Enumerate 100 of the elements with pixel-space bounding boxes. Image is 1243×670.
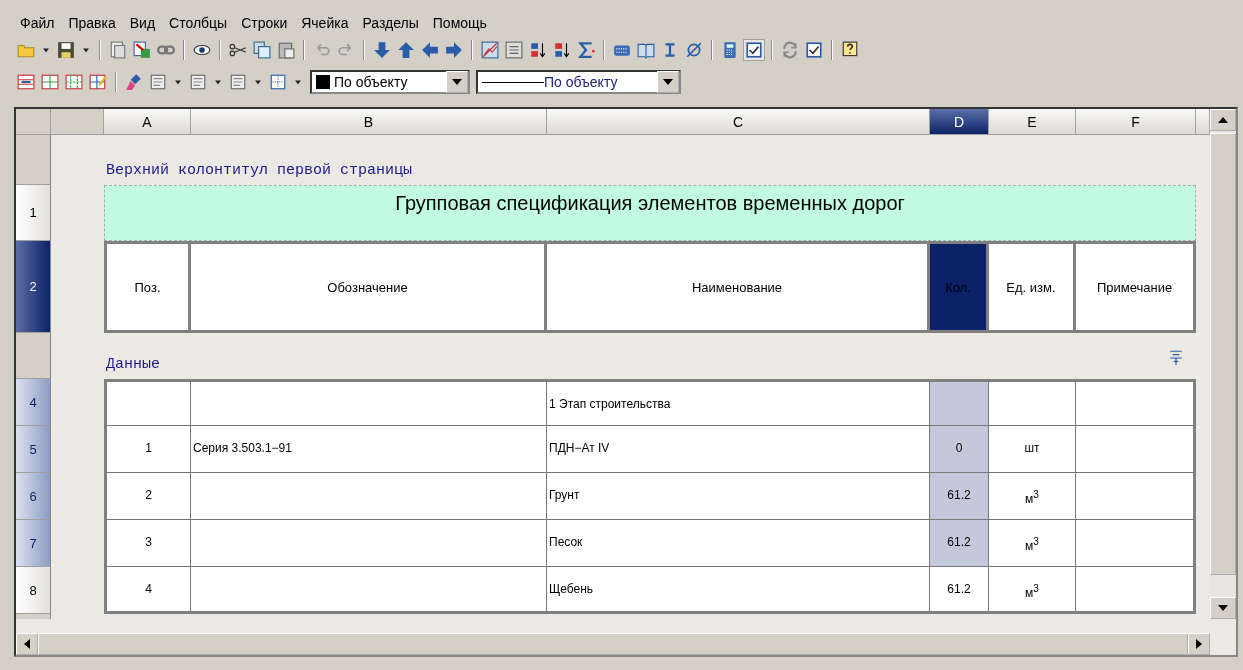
section-label: Данные — [106, 356, 160, 373]
caret-icon — [452, 79, 462, 85]
copy-icon[interactable] — [252, 40, 272, 60]
designation-cell[interactable] — [191, 520, 547, 567]
scroll-down-button[interactable] — [1210, 597, 1236, 619]
column-heading: Ед. изм. — [989, 241, 1076, 333]
quantity-cell[interactable]: 0 — [930, 426, 989, 473]
note-cell[interactable] — [1076, 379, 1196, 426]
arrow-right-icon — [1196, 639, 1202, 649]
note-cell[interactable] — [1076, 520, 1196, 567]
table-title: Групповая спецификация элементов временных дорог — [104, 185, 1196, 241]
grid-icon[interactable] — [268, 72, 288, 92]
menu-item[interactable]: Разделы — [362, 15, 419, 31]
sum-icon[interactable] — [576, 40, 596, 60]
column-header[interactable]: D — [930, 109, 989, 135]
column-heading: Примечание — [1076, 241, 1196, 333]
column-header[interactable]: A — [104, 109, 191, 135]
diameter-icon[interactable] — [684, 40, 704, 60]
insert-row-icon[interactable] — [16, 72, 36, 92]
column-heading: Кол. — [930, 241, 989, 333]
position-cell[interactable] — [104, 379, 191, 426]
filter-icon[interactable] — [1167, 349, 1185, 367]
section-label: Верхний колонтитул первой страницы — [106, 162, 413, 179]
column-header[interactable]: F — [1076, 109, 1196, 135]
position-cell[interactable]: 1 — [104, 426, 191, 473]
column-header[interactable]: E — [989, 109, 1076, 135]
spreadsheet-icon[interactable] — [132, 40, 152, 60]
caret-icon — [663, 79, 673, 85]
save-icon[interactable] — [56, 40, 76, 60]
row-header[interactable]: 2 — [16, 241, 51, 333]
document-copy-icon[interactable] — [108, 40, 128, 60]
paste-icon[interactable] — [276, 40, 296, 60]
arrow-left-icon — [24, 639, 30, 649]
quantity-cell[interactable]: 61.2 — [930, 473, 989, 520]
unit-cell[interactable] — [989, 379, 1076, 426]
menu-item[interactable]: Ячейка — [301, 15, 349, 31]
name-cell[interactable]: Грунт — [547, 473, 930, 520]
row-header[interactable]: 1 — [16, 185, 51, 241]
menu-item[interactable]: Столбцы — [169, 15, 228, 31]
arrow-left-icon[interactable] — [420, 40, 440, 60]
sort-descending-icon[interactable] — [552, 40, 572, 60]
position-cell[interactable]: 2 — [104, 473, 191, 520]
row-header[interactable]: 4 — [16, 379, 51, 426]
scroll-up-button[interactable] — [1210, 109, 1236, 131]
scroll-right-button[interactable] — [1188, 633, 1210, 655]
row-header[interactable]: 7 — [16, 520, 51, 567]
column-header[interactable]: C — [547, 109, 930, 135]
row-header[interactable]: 6 — [16, 473, 51, 520]
column-header — [51, 109, 104, 135]
arrow-up-icon[interactable] — [396, 40, 416, 60]
quantity-cell[interactable]: 61.2 — [930, 567, 989, 614]
unit-cell[interactable]: м$^{3}$ — [989, 473, 1076, 520]
menu-item[interactable]: Помощь — [432, 15, 487, 31]
name-cell[interactable]: 1 Этап строительства — [547, 379, 930, 426]
column-header[interactable]: B — [191, 109, 547, 135]
checkbox-icon[interactable] — [744, 40, 764, 60]
designation-cell[interactable]: Серия 3.503.1−91 — [191, 426, 547, 473]
note-cell[interactable] — [1076, 473, 1196, 520]
arrow-down-icon — [1218, 605, 1228, 611]
checkbox-icon[interactable] — [804, 40, 824, 60]
quantity-cell[interactable] — [930, 379, 989, 426]
brush-icon[interactable] — [124, 72, 144, 92]
designation-cell[interactable] — [191, 567, 547, 614]
unit-cell[interactable]: м$^{3}$ — [989, 567, 1076, 614]
arrow-right-icon[interactable] — [444, 40, 464, 60]
column-header — [1196, 109, 1210, 135]
position-cell[interactable]: 3 — [104, 520, 191, 567]
column-heading: Поз. — [104, 241, 191, 333]
quantity-cell[interactable]: 61.2 — [930, 520, 989, 567]
menu-item[interactable]: Строки — [241, 15, 288, 31]
menu-item[interactable]: Правка — [68, 15, 116, 31]
name-cell[interactable]: Щебень — [547, 567, 930, 614]
scroll-left-button[interactable] — [16, 633, 38, 655]
menu-item[interactable]: Файл — [20, 15, 55, 31]
designation-cell[interactable] — [191, 379, 547, 426]
note-cell[interactable] — [1076, 567, 1196, 614]
table-icon[interactable] — [40, 72, 60, 92]
menu-item[interactable]: Вид — [129, 15, 156, 31]
name-cell[interactable]: ПДН−Ат IV — [547, 426, 930, 473]
form-icon[interactable] — [504, 40, 524, 60]
unit-cell[interactable]: м$^{3}$ — [989, 520, 1076, 567]
unit-cell[interactable]: шт — [989, 426, 1076, 473]
arrow-up-icon — [1218, 117, 1228, 123]
dropdown-button[interactable] — [446, 71, 468, 93]
line-dropdown[interactable]: По объекту — [476, 70, 681, 94]
sort-ascending-icon[interactable] — [528, 40, 548, 60]
chart-icon[interactable] — [480, 40, 500, 60]
row-header[interactable]: 8 — [16, 567, 51, 614]
dropdown-button[interactable] — [657, 71, 679, 93]
table-icon[interactable] — [64, 72, 84, 92]
note-cell[interactable] — [1076, 426, 1196, 473]
color-swatch — [316, 75, 330, 89]
arrow-down-icon[interactable] — [372, 40, 392, 60]
name-cell[interactable]: Песок — [547, 520, 930, 567]
designation-cell[interactable] — [191, 473, 547, 520]
position-cell[interactable]: 4 — [104, 567, 191, 614]
table-edit-icon[interactable] — [88, 72, 108, 92]
fill-dropdown[interactable]: По объекту — [310, 70, 470, 94]
column-heading: Обозначение — [191, 241, 547, 333]
row-header[interactable]: 5 — [16, 426, 51, 473]
